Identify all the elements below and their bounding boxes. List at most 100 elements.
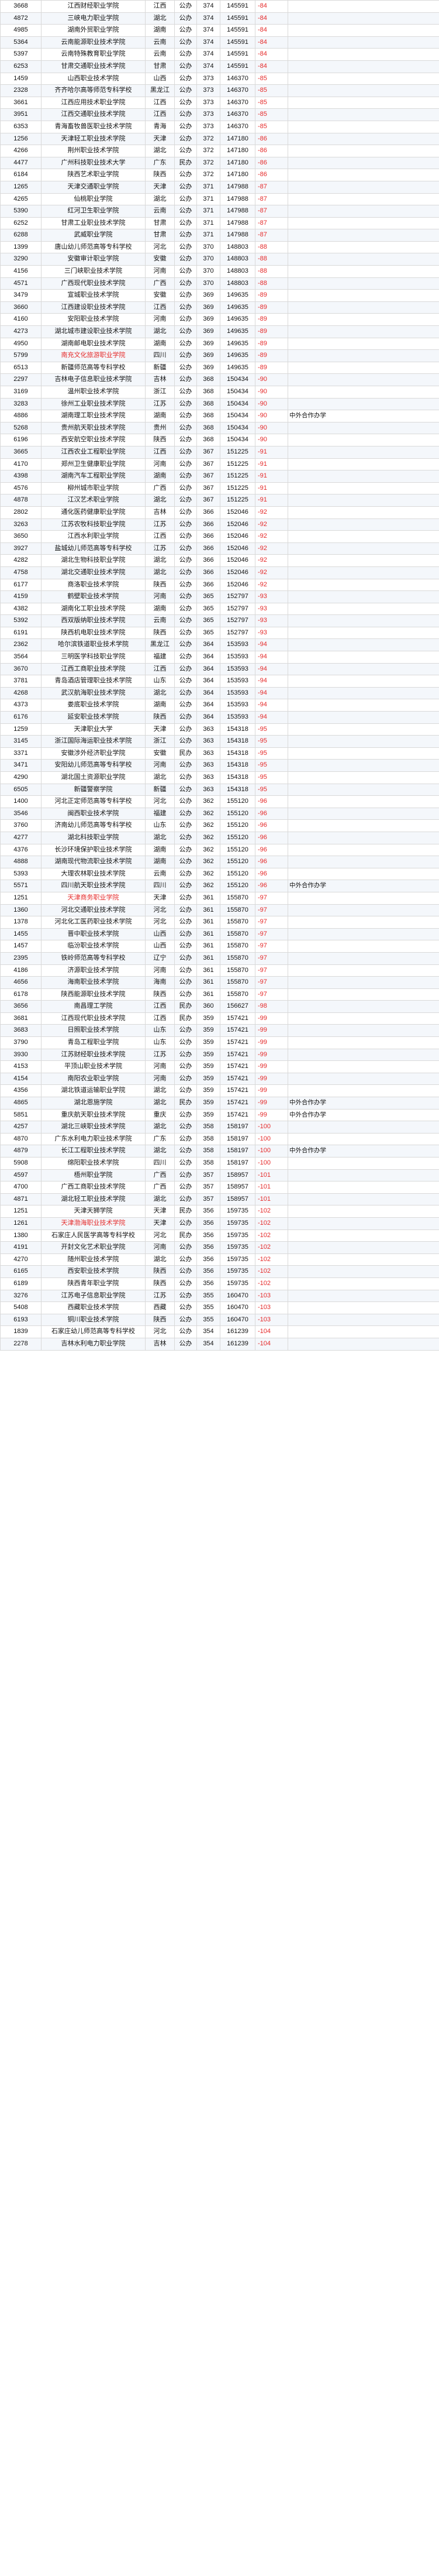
min-score-cell: 367 [196, 494, 220, 507]
score-difference-cell: -102 [255, 1229, 288, 1242]
table-row: 6177 商洛职业技术学院 陕西 公办 366 152046 -92 [0, 578, 439, 592]
school-code-cell: 4376 [0, 843, 42, 857]
table-row: 1457 临汾职业技术学院 山西 公办 361 155870 -97 [0, 940, 439, 953]
min-rank-cell: 159735 [220, 1205, 255, 1218]
school-name-cell: 三门峡职业技术学院 [41, 265, 146, 278]
remark-cell [288, 626, 439, 640]
min-score-cell: 359 [196, 1048, 220, 1062]
table-row: 6288 武威职业学院 甘肃 公办 371 147988 -87 [0, 229, 439, 242]
school-code-cell: 3371 [0, 747, 42, 760]
score-difference-cell: -89 [255, 301, 288, 314]
school-name-cell: 郑州卫生健康职业学院 [41, 458, 146, 471]
school-type-cell: 公办 [174, 891, 197, 905]
school-type-cell: 公办 [174, 229, 197, 242]
min-score-cell: 361 [196, 928, 220, 941]
school-name-cell: 晋中职业技术学院 [41, 928, 146, 941]
table-row: 3665 江西农业工程职业学院 江西 公办 367 151225 -91 [0, 445, 439, 459]
score-difference-cell: -99 [255, 1072, 288, 1086]
school-type-cell: 公办 [174, 1048, 197, 1062]
school-type-cell: 公办 [174, 277, 197, 290]
province-cell: 吉林 [145, 506, 175, 519]
table-row: 3479 宣城职业技术学院 安徽 公办 369 149635 -89 [0, 289, 439, 302]
table-row: 4257 湖北三峡职业技术学院 湖北 公办 358 158197 -100 [0, 1121, 439, 1134]
school-code-cell: 3660 [0, 301, 42, 314]
remark-cell [288, 386, 439, 399]
school-type-cell: 公办 [174, 1289, 197, 1303]
remark-cell [288, 1193, 439, 1206]
table-row: 3760 济南幼儿师范高等专科学校 山东 公办 362 155120 -96 [0, 819, 439, 832]
min-rank-cell: 146370 [220, 96, 255, 109]
min-rank-cell: 147988 [220, 205, 255, 218]
score-difference-cell: -87 [255, 180, 288, 194]
province-cell: 江西 [145, 1000, 175, 1013]
school-code-cell: 6252 [0, 217, 42, 230]
remark-cell [288, 795, 439, 808]
score-difference-cell: -97 [255, 904, 288, 917]
min-score-cell: 367 [196, 458, 220, 471]
table-row: 5571 四川航天职业技术学院 四川 公办 362 155120 -96 中外合作办学 [0, 880, 439, 892]
table-row: 6505 新疆警察学院 新疆 公办 363 154318 -95 [0, 783, 439, 796]
province-cell: 山西 [145, 928, 175, 941]
school-type-cell: 公办 [174, 1036, 197, 1049]
min-rank-cell: 154318 [220, 747, 255, 760]
min-score-cell: 366 [196, 506, 220, 519]
score-difference-cell: -99 [255, 1036, 288, 1049]
min-score-cell: 374 [196, 48, 220, 61]
school-code-cell: 4878 [0, 494, 42, 507]
school-name-cell: 商洛职业技术学院 [41, 578, 146, 592]
min-rank-cell: 157421 [220, 1036, 255, 1049]
score-difference-cell: -99 [255, 1024, 288, 1038]
school-name-cell: 广东水利电力职业技术学院 [41, 1132, 146, 1146]
table-row: 3668 江西财经职业学院 江西 公办 374 145591 -84 [0, 0, 439, 13]
remark-cell [288, 988, 439, 1001]
min-rank-cell: 159735 [220, 1265, 255, 1278]
school-type-cell: 公办 [174, 530, 197, 543]
score-difference-cell: -97 [255, 964, 288, 977]
score-difference-cell: -103 [255, 1301, 288, 1314]
min-score-cell: 364 [196, 638, 220, 652]
min-score-cell: 356 [196, 1205, 220, 1218]
remark-cell [288, 494, 439, 507]
min-rank-cell: 148803 [220, 241, 255, 254]
min-rank-cell: 146370 [220, 72, 255, 85]
min-score-cell: 357 [196, 1181, 220, 1194]
min-rank-cell: 155870 [220, 916, 255, 929]
min-rank-cell: 145591 [220, 12, 255, 25]
min-score-cell: 373 [196, 120, 220, 133]
score-difference-cell: -104 [255, 1337, 288, 1351]
min-score-cell: 357 [196, 1169, 220, 1182]
min-score-cell: 354 [196, 1337, 220, 1351]
remark-cell: 中外合作办学 [288, 1145, 439, 1158]
school-type-cell: 公办 [174, 880, 197, 892]
min-rank-cell: 154318 [220, 723, 255, 736]
min-score-cell: 369 [196, 337, 220, 351]
min-score-cell: 363 [196, 723, 220, 736]
province-cell: 甘肃 [145, 229, 175, 242]
school-code-cell: 6196 [0, 434, 42, 446]
school-type-cell: 公办 [174, 120, 197, 133]
min-score-cell: 356 [196, 1265, 220, 1278]
school-type-cell: 公办 [174, 482, 197, 495]
score-difference-cell: -85 [255, 120, 288, 133]
remark-cell [288, 1217, 439, 1230]
min-rank-cell: 155120 [220, 831, 255, 844]
school-code-cell: 1457 [0, 940, 42, 953]
school-name-cell: 广州科技职业技术大学 [41, 156, 146, 170]
school-code-cell: 3927 [0, 542, 42, 555]
table-row: 4290 湖北国土资源职业学院 湖北 公办 363 154318 -95 [0, 771, 439, 784]
remark-cell: 中外合作办学 [288, 1108, 439, 1122]
score-difference-cell: -86 [255, 156, 288, 170]
school-code-cell: 1455 [0, 928, 42, 941]
school-type-cell: 公办 [174, 217, 197, 230]
remark-cell [288, 807, 439, 820]
school-name-cell: 闽西职业技术学院 [41, 807, 146, 820]
score-difference-cell: -102 [255, 1277, 288, 1290]
school-name-cell: 广西现代职业技术学院 [41, 277, 146, 290]
min-score-cell: 356 [196, 1253, 220, 1266]
table-row: 4576 柳州城市职业学院 广西 公办 367 151225 -91 [0, 482, 439, 495]
remark-cell [288, 60, 439, 73]
province-cell: 湖北 [145, 1121, 175, 1134]
school-name-cell: 长沙环境保护职业技术学院 [41, 843, 146, 857]
province-cell: 西藏 [145, 1301, 175, 1314]
score-difference-cell: -92 [255, 578, 288, 592]
